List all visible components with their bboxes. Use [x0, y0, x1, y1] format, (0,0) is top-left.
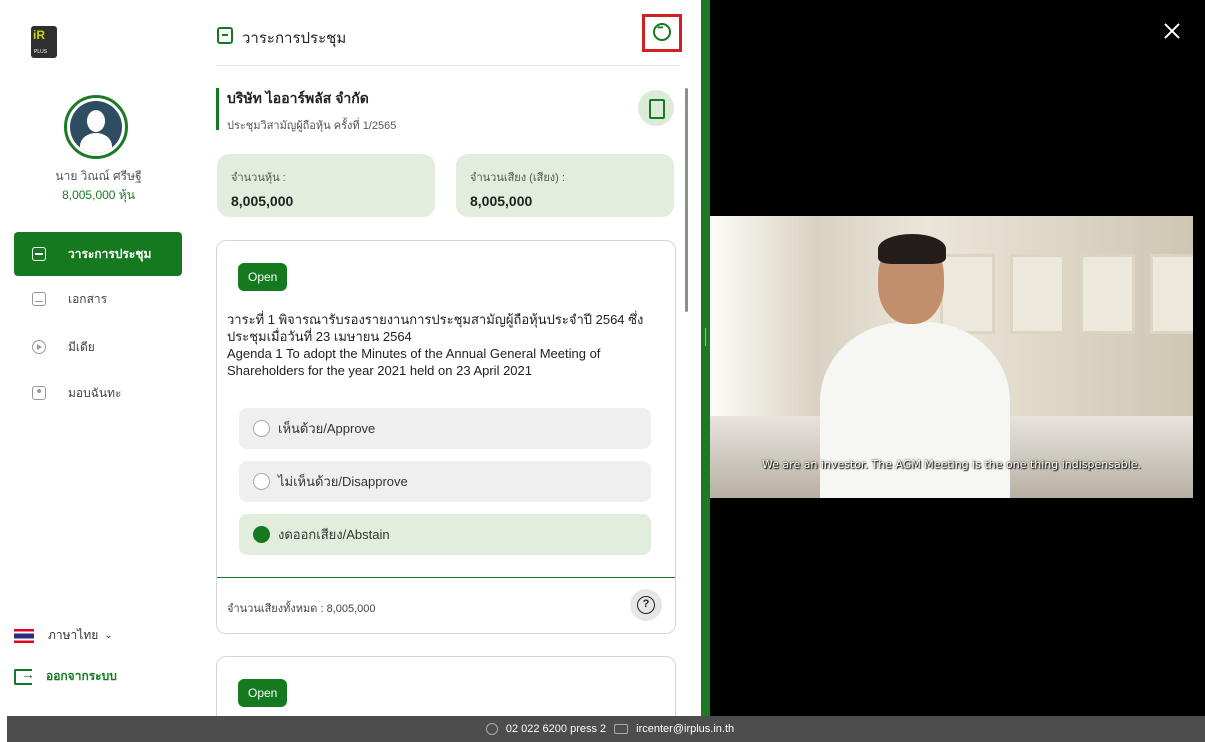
agenda-icon [32, 247, 46, 261]
user-shares: 8,005,000 หุ้น [62, 188, 135, 202]
votes-value: 8,005,000 [470, 193, 533, 209]
shares-card: จำนวนหุ้น : 8,005,000 [217, 154, 435, 217]
question-icon: ? [637, 596, 655, 614]
panel-divider[interactable] [701, 0, 710, 716]
meeting-subtitle: ประชุมวิสามัญผู้ถือหุ้น ครั้งที่ 1/2565 [227, 120, 397, 132]
phone-icon [485, 723, 498, 735]
language-label: ภาษาไทย [48, 628, 99, 642]
agenda-icon [217, 27, 233, 44]
help-button[interactable]: ? [630, 589, 662, 621]
shares-label: จำนวนหุ้น : [231, 172, 286, 184]
vote-option-abstain[interactable]: งดออกเสียง/Abstain [239, 514, 651, 555]
panel-header: วาระการประชุม [216, 0, 680, 66]
document-button[interactable] [638, 90, 674, 126]
agenda-title-en: Agenda 1 To adopt the Minutes of the Ann… [227, 346, 601, 378]
radio-button[interactable] [253, 473, 270, 490]
vote-option-disapprove[interactable]: ไม่เห็นด้วย/Disapprove [239, 461, 651, 502]
nav-item-label: เอกสาร [68, 291, 108, 306]
chevron-down-icon: ⌄ [104, 630, 113, 641]
video-player[interactable]: We are an investor. The AGM Meeting is t… [710, 216, 1193, 498]
nav-item-agenda[interactable]: วาระการประชุม [14, 232, 182, 276]
chat-button[interactable] [642, 14, 682, 52]
logout-icon [14, 666, 35, 685]
shelf-decor [1010, 254, 1065, 334]
total-votes: จำนวนเสียงทั้งหมด : 8,005,000 [227, 603, 376, 615]
language-selector[interactable]: ภาษาไทย ⌄ [14, 626, 113, 645]
logout-label: ออกจากระบบ [46, 669, 117, 683]
vote-option-approve[interactable]: เห็นด้วย/Approve [239, 408, 651, 449]
irplus-logo[interactable]: iR PLUS [31, 26, 57, 58]
agenda-title-th: วาระที่ 1 พิจารณารับรองรายงานการประชุมสา… [227, 312, 644, 344]
status-badge: Open [238, 263, 288, 291]
nav-item-media[interactable]: มีเดีย [14, 325, 182, 369]
status-badge: Open [238, 679, 288, 707]
close-icon[interactable] [1161, 20, 1183, 42]
page-title: วาระการประชุม [242, 30, 347, 47]
option-label: ไม่เห็นด้วย/Disapprove [278, 474, 408, 489]
presenter-hair [878, 234, 946, 264]
logout-button[interactable]: ออกจากระบบ [14, 666, 117, 686]
footer-phone[interactable]: 02 022 6200 press 2 [506, 723, 606, 735]
shelf-decor [1150, 254, 1193, 334]
user-name: นาย วิณณ์ ศรีษฐี [55, 169, 142, 183]
folder-icon [32, 292, 46, 306]
video-subtitle: We are an investor. The AGM Meeting is t… [761, 458, 1142, 471]
footer-bar: 02 022 6200 press 2 ircenter@irplus.in.t… [7, 716, 1205, 742]
nav-item-documents[interactable]: เอกสาร [14, 277, 182, 321]
avatar [64, 95, 128, 159]
mail-icon [614, 724, 629, 734]
nav-item-label: มีเดีย [68, 339, 95, 354]
agenda-title: วาระที่ 1 พิจารณารับรองรายงานการประชุมสา… [227, 311, 657, 379]
video-panel: We are an investor. The AGM Meeting is t… [710, 0, 1205, 716]
votes-card: จำนวนเสียง (เสียง) : 8,005,000 [456, 154, 674, 217]
agenda-card: Open วาระที่ 1 พิจารณารับรองรายงานการประ… [216, 240, 676, 634]
company-info: บริษัท ไออาร์พลัส จำกัด ประชุมวิสามัญผู้… [216, 88, 656, 132]
shares-value: 8,005,000 [231, 193, 294, 209]
proxy-icon [32, 386, 46, 400]
votes-label: จำนวนเสียง (เสียง) : [470, 172, 565, 184]
shelf-decor [1080, 254, 1135, 334]
agenda-card: Open [216, 656, 676, 716]
agenda-footer: จำนวนเสียงทั้งหมด : 8,005,000 ? [217, 577, 675, 633]
sidebar: iR PLUS นาย วิณณ์ ศรีษฐี 8,005,000 หุ้น ว… [0, 0, 197, 716]
chat-icon [653, 23, 671, 41]
presenter-body [820, 322, 1010, 498]
nav-item-proxy[interactable]: มอบฉันทะ [14, 371, 182, 415]
company-name: บริษัท ไออาร์พลัส จำกัด [227, 90, 369, 106]
shelf-decor [940, 254, 995, 334]
nav-item-label: มอบฉันทะ [68, 385, 122, 400]
nav-item-label: วาระการประชุม [68, 246, 152, 261]
scrollbar[interactable] [685, 88, 688, 312]
resize-handle[interactable] [705, 328, 706, 346]
play-icon [32, 340, 46, 354]
thai-flag-icon [14, 628, 34, 643]
option-label: งดออกเสียง/Abstain [278, 527, 390, 542]
footer-email[interactable]: ircenter@irplus.in.th [636, 723, 734, 735]
option-label: เห็นด้วย/Approve [278, 421, 376, 436]
radio-button-selected[interactable] [253, 526, 270, 543]
agenda-panel: วาระการประชุม บริษัท ไออาร์พลัส จำกัด ปร… [198, 0, 701, 716]
radio-button[interactable] [253, 420, 270, 437]
